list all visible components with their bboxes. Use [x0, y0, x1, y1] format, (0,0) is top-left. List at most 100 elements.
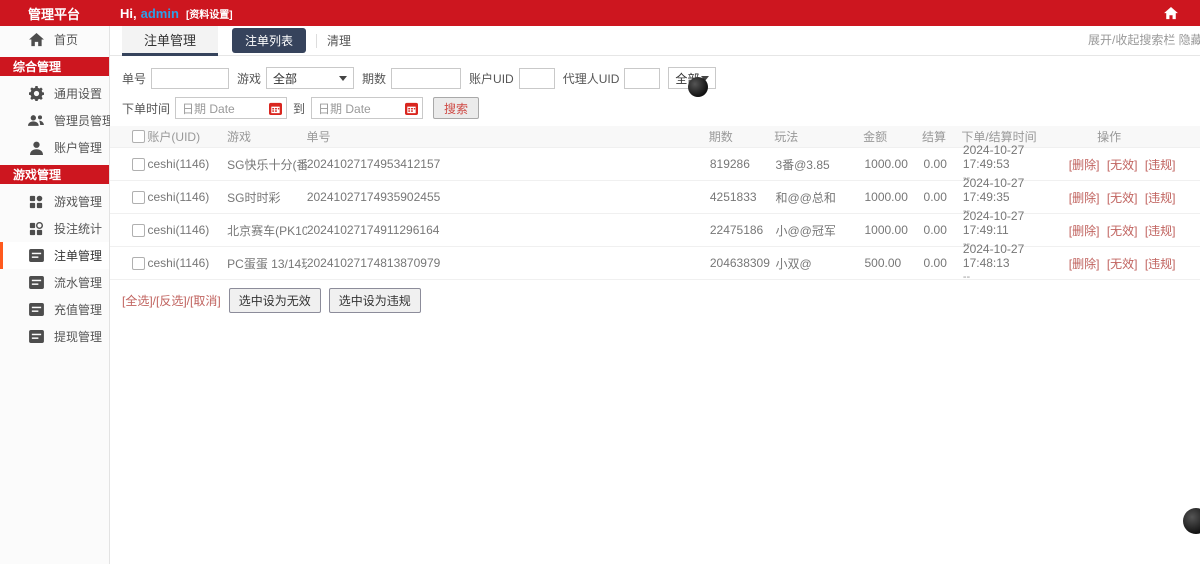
select-all-checkbox[interactable]: [132, 130, 145, 143]
username: admin: [140, 5, 179, 21]
violation-link[interactable]: [违规]: [1145, 158, 1176, 172]
cell-play: 和@@总和: [775, 190, 836, 205]
sidebar-item-orders[interactable]: 注单管理: [0, 242, 109, 269]
cell-game: 北京赛车(PK10): [227, 223, 307, 238]
period-input[interactable]: [391, 67, 462, 89]
delete-link[interactable]: [删除]: [1069, 224, 1100, 238]
cell-uid: ceshi(1146): [147, 157, 210, 171]
cell-order-no: 20241027174813870979: [306, 256, 441, 270]
order-no-label: 单号: [122, 71, 147, 86]
sidebar-item-game-management[interactable]: 游戏管理: [0, 188, 109, 215]
sidebar-item-label: 提现管理: [54, 330, 103, 344]
cell-play: 小@@冠军: [775, 223, 836, 238]
calendar-icon: [405, 102, 419, 115]
tab-divider: [316, 33, 318, 48]
date-to-placeholder: 日期 Date: [318, 101, 371, 116]
invalid-link[interactable]: [无效]: [1107, 158, 1138, 172]
violation-link[interactable]: [违规]: [1145, 257, 1176, 271]
sidebar-item-recharge[interactable]: 充值管理: [0, 296, 109, 323]
cell-settle: 0.00: [923, 157, 947, 171]
home-icon: [28, 32, 44, 48]
select-all-invert-cancel-links[interactable]: [全选]/[反选]/[取消]: [122, 292, 221, 309]
cell-order-no: 20241027174911296164: [306, 223, 440, 237]
game-label: 游戏: [237, 71, 262, 86]
orders-icon: [28, 248, 44, 264]
to-label: 到: [293, 101, 306, 116]
sidebar: 首页 综合管理 通用设置 管理员管理 账户管理 游戏管理 游戏管理 投注统计 注…: [0, 26, 114, 564]
violation-link[interactable]: [违规]: [1145, 191, 1176, 205]
row-checkbox[interactable]: [132, 256, 145, 270]
col-header-amount: 金额: [863, 130, 888, 144]
violation-link[interactable]: [违规]: [1145, 224, 1176, 238]
row-checkbox[interactable]: [132, 190, 145, 204]
col-header-settle: 结算: [922, 130, 947, 144]
invalid-link[interactable]: [无效]: [1107, 257, 1138, 271]
set-invalid-button[interactable]: 选中设为无效: [228, 288, 321, 313]
profile-settings-link[interactable]: [资料设置]: [186, 6, 233, 21]
invalid-link[interactable]: [无效]: [1107, 191, 1138, 205]
uid-input[interactable]: [518, 67, 555, 89]
col-header-play: 玩法: [774, 130, 799, 144]
order-time: 2024-10-27 17:49:53: [962, 143, 1025, 171]
sidebar-item-label: 通用设置: [54, 87, 103, 101]
main-content: 注单管理 注单列表 清理 展开/收起搜索栏 隐藏 单号 游戏 全部 期数 账户U…: [110, 25, 1200, 564]
flow-icon: [28, 275, 44, 291]
sidebar-item-admins[interactable]: 管理员管理: [0, 107, 114, 134]
tab-cleanup[interactable]: 清理: [327, 32, 351, 49]
cell-actions: [删除] [无效] [违规]: [1069, 156, 1200, 173]
agent-uid-input[interactable]: [624, 67, 661, 89]
cell-amount: 1000.00: [864, 157, 908, 171]
sidebar-item-label: 充值管理: [54, 303, 103, 317]
sidebar-item-home[interactable]: 首页: [0, 26, 109, 53]
top-header: 管理平台 Hi, admin [资料设置]: [0, 0, 1200, 26]
floating-widget-icon[interactable]: [688, 77, 708, 97]
sidebar-item-flow[interactable]: 流水管理: [0, 269, 109, 296]
sidebar-section-general[interactable]: 综合管理: [0, 57, 109, 76]
cell-amount: 1000.00: [864, 223, 908, 237]
admins-icon: [28, 113, 44, 129]
search-panel: 单号 游戏 全部 期数 账户UID 代理人UID 全部 下单时间 日期 Date…: [110, 56, 1200, 120]
search-button[interactable]: 搜索: [433, 97, 480, 119]
sidebar-item-label: 管理员管理: [54, 114, 115, 128]
sidebar-item-label: 首页: [54, 33, 79, 47]
sidebar-section-label: 综合管理: [13, 60, 62, 74]
game-select[interactable]: 全部: [266, 67, 355, 89]
toggle-search-bar-link[interactable]: 展开/收起搜索栏 隐藏: [1088, 31, 1200, 48]
delete-link[interactable]: [删除]: [1069, 257, 1100, 271]
row-checkbox[interactable]: [132, 157, 145, 171]
home-icon[interactable]: [1164, 6, 1178, 20]
date-from-placeholder: 日期 Date: [182, 101, 235, 116]
period-label: 期数: [362, 71, 387, 86]
sidebar-section-label: 游戏管理: [13, 168, 62, 182]
sidebar-item-label: 游戏管理: [54, 195, 103, 209]
date-to-input[interactable]: 日期 Date: [311, 97, 424, 119]
sidebar-item-label: 流水管理: [54, 276, 103, 290]
date-from-input[interactable]: 日期 Date: [175, 97, 288, 119]
tab-order-list[interactable]: 注单列表: [232, 28, 307, 53]
delete-link[interactable]: [删除]: [1069, 158, 1100, 172]
cell-uid: ceshi(1146): [147, 256, 210, 270]
col-header-uid: 账户(UID): [147, 130, 201, 144]
delete-link[interactable]: [删除]: [1069, 191, 1100, 205]
sidebar-item-label: 账户管理: [54, 141, 103, 155]
tab-order-management[interactable]: 注单管理: [122, 25, 218, 56]
invalid-link[interactable]: [无效]: [1107, 224, 1138, 238]
sidebar-section-games[interactable]: 游戏管理: [0, 165, 109, 184]
sidebar-item-accounts[interactable]: 账户管理: [0, 134, 109, 161]
cell-game: SG快乐十分(番摊): [227, 157, 307, 172]
set-violation-button[interactable]: 选中设为违规: [328, 288, 421, 313]
row-checkbox[interactable]: [132, 223, 145, 237]
tab-bar: 注单管理 注单列表 清理 展开/收起搜索栏 隐藏: [110, 25, 1200, 56]
orders-table: 账户(UID) 游戏 单号 期数 玩法 金额 结算 下单/结算时间 操作 ces…: [110, 126, 1200, 280]
sidebar-item-bet-stats[interactable]: 投注统计: [0, 215, 109, 242]
order-time-label: 下单时间: [122, 101, 171, 116]
order-time: 2024-10-27 17:49:11: [962, 209, 1025, 237]
agent-uid-label: 代理人UID: [562, 71, 620, 86]
cell-uid: ceshi(1146): [147, 223, 210, 237]
sidebar-item-settings[interactable]: 通用设置: [0, 80, 109, 107]
sidebar-item-withdraw[interactable]: 提现管理: [0, 323, 109, 350]
order-no-input[interactable]: [151, 67, 230, 89]
col-header-game: 游戏: [226, 130, 251, 144]
game-select-value: 全部: [273, 71, 298, 86]
cell-settle: 0.00: [923, 223, 947, 237]
